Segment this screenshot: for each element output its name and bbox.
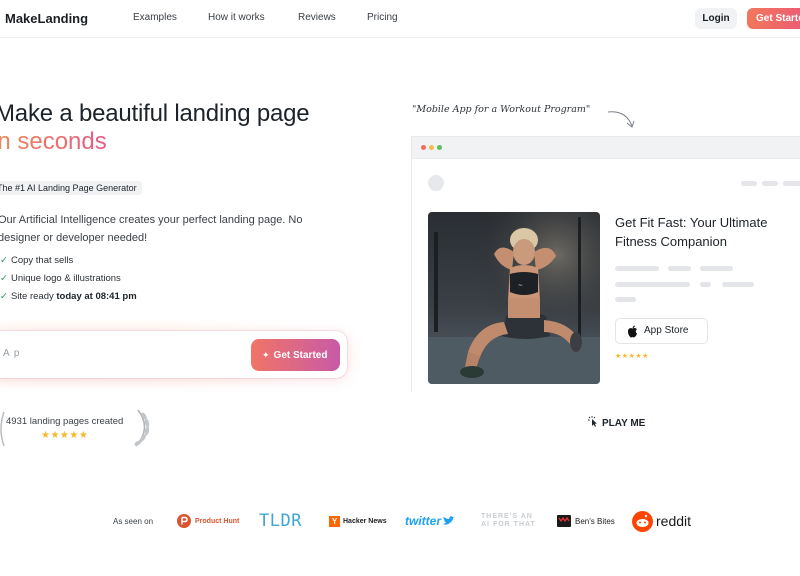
svg-text:~: ~ xyxy=(518,282,523,289)
twitter-wordmark: twitter xyxy=(405,514,441,528)
reddit-logo[interactable]: reddit xyxy=(632,508,691,534)
producthunt-wordmark: Product Hunt xyxy=(195,517,240,525)
ready-time: today at 08:41 pm xyxy=(56,291,137,302)
bensbites-icon xyxy=(557,515,571,527)
preview-nav-placeholder xyxy=(741,181,757,186)
brand-logo[interactable]: MakeLanding xyxy=(5,11,88,26)
hero-description: Our Artificial Intelligence creates your… xyxy=(0,214,303,244)
rating-stars: ★★★★★ xyxy=(41,430,89,441)
hackernews-icon: Y xyxy=(329,515,340,527)
top-navbar: MakeLanding Examples How it works Review… xyxy=(0,0,800,38)
feature-item-copy: ✓ Copy that sells xyxy=(0,255,73,266)
landing-pages-count: 4931 landing pages created xyxy=(6,416,124,427)
app-store-label: App Store xyxy=(644,325,689,336)
nav-link-examples[interactable]: Examples xyxy=(133,12,177,23)
preview-text-placeholder xyxy=(700,282,711,287)
preview-text-placeholder xyxy=(615,297,636,302)
nav-get-started-button[interactable]: Get Started xyxy=(747,8,800,29)
preview-app-title: Get Fit Fast: Your Ultimate Fitness Comp… xyxy=(615,215,768,249)
theresanai-wordmark-bottom: AI FOR THAT xyxy=(481,521,536,528)
theresanaiforthat-logo[interactable]: THERE'S AN AI FOR THAT xyxy=(481,508,536,534)
feature-item-ready: ✓ Site ready today at 08:41 pm xyxy=(0,291,137,302)
bensbites-logo[interactable]: Ben's Bites xyxy=(557,508,615,534)
hackernews-wordmark: Hacker News xyxy=(343,517,387,525)
twitter-logo[interactable]: twitter xyxy=(405,508,455,534)
sparkle-icon: ✦ xyxy=(262,350,270,360)
preview-text-placeholder xyxy=(700,266,733,271)
preview-rating-stars: ★★★★★ xyxy=(615,353,649,360)
workout-photo: ~ xyxy=(428,212,600,384)
tldr-logo[interactable]: TLDR xyxy=(259,508,302,534)
check-icon: ✓ xyxy=(0,255,8,266)
reddit-wordmark: reddit xyxy=(656,513,692,529)
maximize-dot-icon xyxy=(437,145,442,150)
curved-arrow-icon xyxy=(607,111,635,128)
preview-text-placeholder xyxy=(668,266,691,271)
app-idea-input-box: A p ✦ Get Started xyxy=(0,331,347,378)
feature-item-logo: ✓ Unique logo & illustrations xyxy=(0,273,121,284)
nav-link-reviews[interactable]: Reviews xyxy=(298,12,336,23)
preview-text-placeholder xyxy=(722,282,754,287)
app-idea-input[interactable]: A p xyxy=(3,348,20,359)
theresanai-wordmark-top: THERE'S AN xyxy=(481,513,533,520)
hero-tagline-badge: The #1 AI Landing Page Generator xyxy=(0,181,142,195)
reddit-alien-icon xyxy=(632,510,653,532)
producthunt-logo[interactable]: Product Hunt xyxy=(177,508,239,534)
get-started-button[interactable]: ✦ Get Started xyxy=(251,339,340,371)
nav-link-how-it-works[interactable]: How it works xyxy=(208,12,265,23)
minimize-dot-icon xyxy=(429,145,434,150)
producthunt-icon xyxy=(177,514,191,528)
play-me-label: PLAY ME xyxy=(602,418,646,429)
close-dot-icon xyxy=(421,145,426,150)
feature-label: Copy that sells xyxy=(10,255,74,266)
feature-label: Site ready xyxy=(10,291,57,302)
laurel-right-icon xyxy=(134,409,150,447)
hero-headline: Make a beautiful landing page xyxy=(0,100,310,127)
app-store-button[interactable]: App Store xyxy=(615,318,708,344)
hero-headline-highlight: in seconds xyxy=(0,128,107,156)
nav-link-pricing[interactable]: Pricing xyxy=(367,12,398,23)
preview-caption: "Mobile App for a Workout Program" xyxy=(412,104,591,115)
preview-logo-placeholder xyxy=(428,175,444,191)
preview-nav-placeholder xyxy=(783,181,800,186)
as-seen-on-label: As seen on xyxy=(113,517,154,526)
preview-text-placeholder xyxy=(615,266,659,271)
feature-label: Unique logo & illustrations xyxy=(10,273,121,284)
play-me-button[interactable]: PLAY ME xyxy=(588,416,645,429)
browser-titlebar xyxy=(412,137,800,159)
bensbites-wordmark: Ben's Bites xyxy=(575,516,615,526)
pointer-click-icon xyxy=(588,416,597,427)
login-button[interactable]: Login xyxy=(695,8,737,29)
check-icon: ✓ xyxy=(0,291,8,302)
check-icon: ✓ xyxy=(0,273,8,284)
preview-nav-placeholder xyxy=(762,181,778,186)
twitter-bird-icon xyxy=(443,515,455,525)
hackernews-logo[interactable]: Y Hacker News xyxy=(329,508,387,534)
get-started-label: Get Started xyxy=(273,350,328,361)
tldr-wordmark: TLDR xyxy=(259,511,302,531)
preview-text-placeholder xyxy=(615,282,690,287)
browser-preview-window: ~ Get Fit Fast: Your Ultimate Fitness Co… xyxy=(411,136,800,392)
apple-icon xyxy=(628,325,637,338)
